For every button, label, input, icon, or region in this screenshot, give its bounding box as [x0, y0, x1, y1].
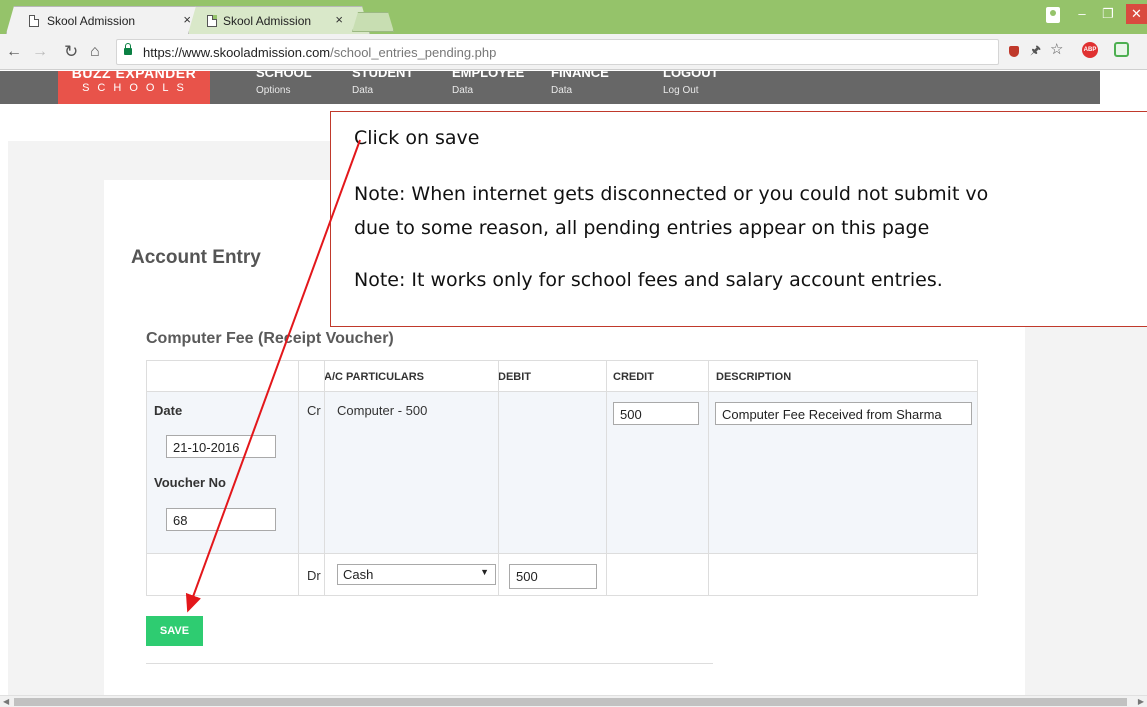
adblock-icon[interactable]: ABP — [1082, 42, 1098, 58]
annotation-instruction: Click on save — [354, 127, 480, 149]
nav-label: FINANCE — [551, 71, 609, 80]
date-label: Date — [154, 403, 183, 418]
nav-item-school[interactable]: SCHOOL Options — [256, 71, 312, 96]
annotation-callout: Click on save Note: When internet gets d… — [330, 111, 1147, 327]
voucher-heading: Computer Fee (Receipt Voucher) — [146, 330, 394, 347]
table-divider — [498, 361, 499, 595]
arrow-left-icon[interactable]: ← — [6, 43, 22, 61]
account-entry-table: A/C PARTICULARS DEBIT CREDIT DESCRIPTION… — [146, 360, 978, 596]
annotation-note-line: Note: It works only for school fees and … — [354, 269, 943, 291]
account-select[interactable]: Cash ▼ — [337, 564, 496, 585]
brand-logo[interactable]: BUZZ EXPANDER SCHOOLS — [58, 71, 210, 104]
scroll-left-icon[interactable]: ◀ — [3, 696, 9, 707]
nav-label: EMPLOYEE — [452, 71, 525, 80]
nav-label: SCHOOL — [256, 71, 312, 80]
voucher-no-label: Voucher No — [154, 475, 226, 490]
window-close-icon[interactable]: ✕ — [1126, 4, 1147, 24]
browser-tab-active[interactable]: Skool Admission × — [6, 6, 206, 34]
nav-sublabel: Data — [352, 85, 374, 96]
credit-field[interactable]: 500 — [613, 402, 699, 425]
shield-icon[interactable] — [1009, 46, 1019, 57]
horizontal-scrollbar[interactable]: ◀ ▶ — [0, 695, 1147, 707]
divider — [146, 663, 713, 664]
annotation-note-line: due to some reason, all pending entries … — [354, 217, 930, 239]
brand-subtitle: SCHOOLS — [82, 82, 192, 94]
column-header-particulars: A/C PARTICULARS — [324, 371, 425, 383]
reload-icon[interactable]: ↻ — [64, 43, 78, 61]
tab-title: Skool Admission — [223, 14, 312, 28]
table-divider — [324, 361, 325, 595]
url-path: /school_entries_pending.php — [330, 45, 497, 60]
nav-sublabel: Data — [551, 85, 573, 96]
site-navbar: BUZZ EXPANDER SCHOOLS SCHOOL Options STU… — [0, 71, 1100, 104]
pin-icon[interactable]: 🖈 — [1030, 41, 1041, 62]
nav-item-student[interactable]: STUDENT Data — [352, 71, 413, 96]
voucher-no-field[interactable]: 68 — [166, 508, 276, 531]
page-icon — [207, 15, 217, 27]
description-field[interactable]: Computer Fee Received from Sharma — [715, 402, 972, 425]
debit-field[interactable]: 500 — [509, 564, 597, 589]
scroll-right-icon[interactable]: ▶ — [1138, 696, 1144, 707]
brand-name: BUZZ EXPANDER — [71, 71, 197, 81]
url-text[interactable]: https://www.skooladmission.com/school_en… — [143, 45, 496, 60]
column-header-debit: DEBIT — [498, 371, 531, 383]
page-title: Account Entry — [131, 247, 261, 268]
table-divider — [708, 361, 709, 595]
tab-title: Skool Admission — [47, 14, 136, 28]
table-row-debit: Dr Cash ▼ 500 — [147, 554, 977, 595]
browser-tab-bar: Skool Admission × Skool Admission × – ❐ … — [0, 0, 1147, 34]
table-divider — [298, 361, 299, 595]
home-icon[interactable]: ⌂ — [90, 43, 100, 61]
nav-label: STUDENT — [352, 71, 414, 80]
chevron-down-icon: ▼ — [480, 567, 489, 577]
nav-item-logout[interactable]: LOGOUT Log Out — [663, 71, 719, 96]
restore-icon[interactable]: ❐ — [1098, 4, 1118, 24]
star-icon[interactable]: ☆ — [1050, 40, 1063, 58]
date-field[interactable]: 21-10-2016 — [166, 435, 276, 458]
nav-sublabel: Data — [452, 85, 474, 96]
column-header-credit: CREDIT — [613, 371, 654, 383]
lock-icon[interactable] — [124, 43, 132, 55]
new-tab-button[interactable] — [352, 12, 394, 32]
browser-tab-inactive[interactable]: Skool Admission × — [188, 6, 370, 34]
nav-item-finance[interactable]: FINANCE Data — [551, 71, 609, 96]
nav-label: LOGOUT — [663, 71, 719, 80]
close-icon[interactable]: × — [335, 12, 343, 27]
address-bar[interactable]: https://www.skooladmission.com/school_en… — [116, 39, 999, 65]
url-host: https://www.skooladmission.com — [143, 45, 331, 60]
table-header-row: A/C PARTICULARS DEBIT CREDIT DESCRIPTION — [147, 361, 977, 392]
entry-type-dr: Dr — [307, 568, 321, 583]
account-select-value: Cash — [343, 567, 374, 582]
minimize-icon[interactable]: – — [1072, 4, 1092, 24]
nav-sublabel: Options — [256, 85, 291, 96]
column-header-description: DESCRIPTION — [716, 371, 792, 383]
save-button[interactable]: SAVE — [146, 616, 203, 646]
table-row-credit: Date 21-10-2016 Voucher No 68 Cr Compute… — [147, 392, 977, 554]
nav-sublabel: Log Out — [663, 85, 699, 96]
table-divider — [606, 361, 607, 595]
page-icon — [29, 15, 39, 27]
extension-icon[interactable] — [1114, 42, 1129, 57]
close-icon[interactable]: × — [183, 12, 191, 27]
arrow-right-icon[interactable]: → — [32, 43, 48, 61]
nav-item-employee[interactable]: EMPLOYEE Data — [452, 71, 524, 96]
entry-type-cr: Cr — [307, 403, 321, 418]
annotation-note-line: Note: When internet gets disconnected or… — [354, 183, 989, 205]
browser-toolbar: ← → ↻ ⌂ https://www.skooladmission.com/s… — [0, 34, 1147, 70]
particulars-text: Computer - 500 — [337, 403, 428, 418]
scrollbar-thumb[interactable] — [14, 698, 1127, 706]
user-profile-icon[interactable] — [1046, 7, 1060, 23]
